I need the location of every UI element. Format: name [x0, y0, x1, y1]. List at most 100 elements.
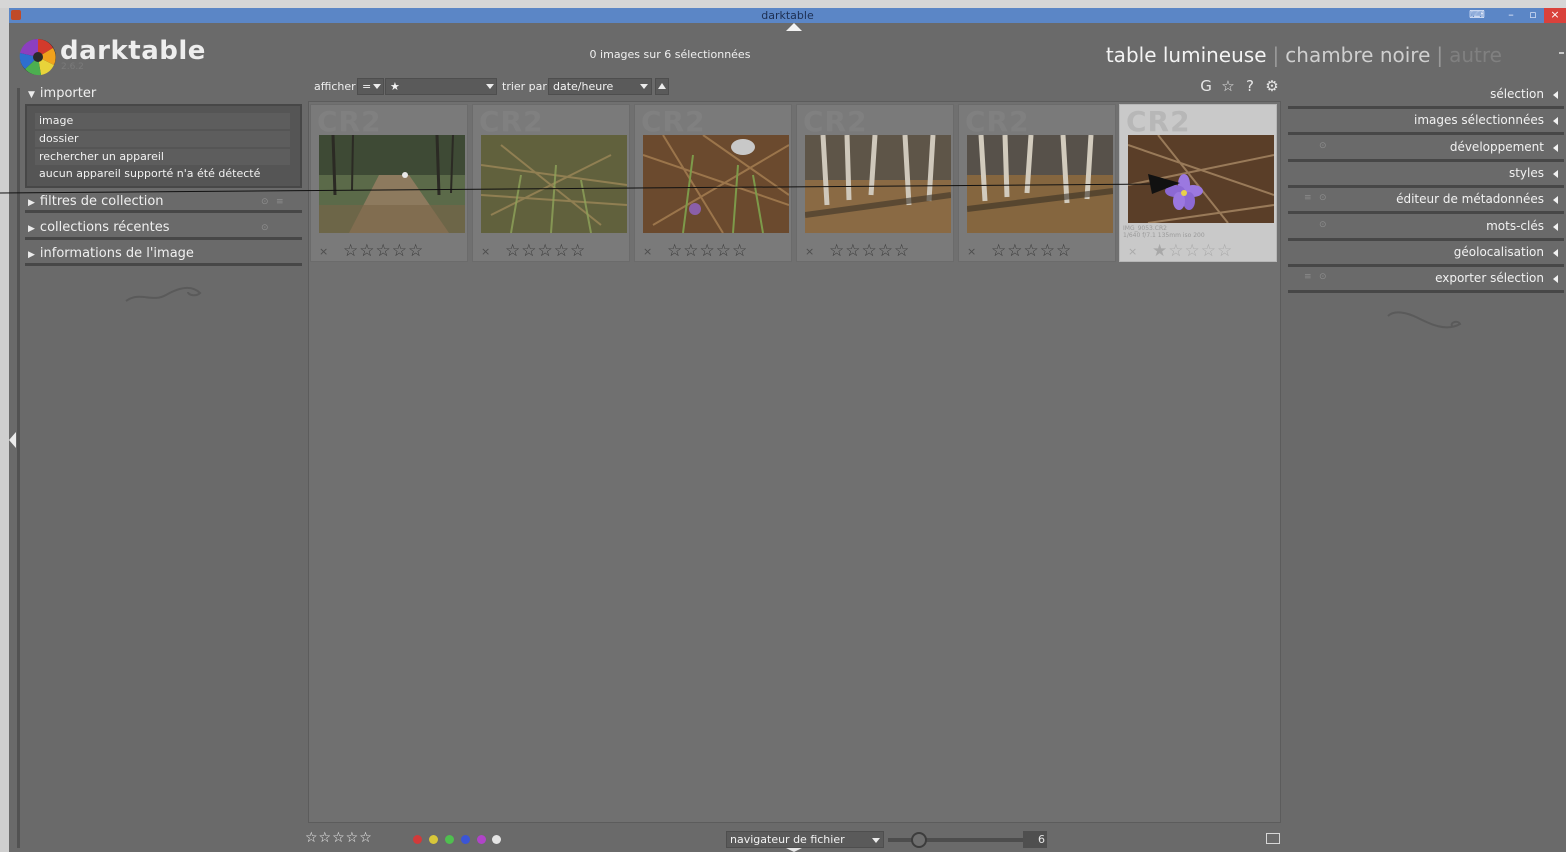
chevron-down-icon	[872, 838, 880, 843]
star-rating[interactable]: ☆☆☆☆☆	[667, 241, 748, 261]
collapse-bottom-panel-icon[interactable]	[786, 848, 802, 852]
collapsed-triangle-icon: ▶	[28, 250, 35, 260]
star-rating[interactable]: ☆☆☆☆☆	[505, 241, 586, 261]
grouping-icon[interactable]: G	[1197, 77, 1215, 95]
minimize-button[interactable]: –	[1502, 8, 1520, 23]
star-rating[interactable]: ☆☆☆☆☆	[343, 241, 424, 261]
thumbnail-image[interactable]	[967, 135, 1113, 233]
star-rating[interactable]: ☆☆☆☆☆	[991, 241, 1072, 261]
import-image-button[interactable]: image	[35, 113, 290, 129]
selection-count: 0 images sur 6 sélectionnées	[589, 48, 751, 61]
sort-order-button[interactable]	[655, 78, 669, 95]
metadata-editor-module[interactable]: ≡ ⊙ éditeur de métadonnées	[1288, 187, 1564, 214]
thumbnail-image[interactable]	[1128, 135, 1274, 223]
gear-icon[interactable]: ⚙	[1263, 77, 1281, 95]
app-version: 2.6.2	[61, 62, 84, 72]
rating-filter-stars[interactable]: ☆☆☆☆☆	[305, 830, 373, 846]
rating-filter-select[interactable]: ★	[385, 78, 497, 95]
thumbnail-image[interactable]	[319, 135, 465, 233]
reject-icon[interactable]: ×	[967, 245, 976, 258]
file-extension: CR2	[965, 105, 1030, 138]
darktable-logo-icon	[19, 38, 56, 76]
color-label-yellow-icon[interactable]	[429, 835, 438, 844]
history-stack-module[interactable]: ⊙ développement	[1288, 135, 1564, 162]
reset-icon[interactable]: ⊙	[1319, 141, 1327, 151]
reject-icon[interactable]: ×	[1128, 245, 1137, 258]
reject-icon[interactable]: ×	[805, 245, 814, 258]
thumbnail[interactable]: CR2 × ☆☆☆☆☆	[958, 104, 1116, 262]
help-icon[interactable]: ?	[1241, 77, 1259, 95]
star-rating[interactable]: ☆☆☆☆☆	[829, 241, 910, 261]
image-exif: 1/640 f/7.1 135mm iso 200	[1123, 232, 1205, 239]
expand-arrow-icon	[1553, 144, 1558, 152]
maximize-button[interactable]: ▫	[1524, 8, 1542, 23]
reject-icon[interactable]: ×	[643, 245, 652, 258]
import-folder-button[interactable]: dossier	[35, 131, 290, 147]
star-overlay-icon[interactable]: ☆	[1219, 77, 1237, 95]
styles-module[interactable]: styles	[1288, 161, 1564, 188]
thumbnail-image[interactable]	[643, 135, 789, 233]
import-module-header[interactable]: ▼ importer	[28, 86, 96, 101]
reset-icon[interactable]: ⊙	[1319, 220, 1327, 230]
reset-icon[interactable]: ⊙	[261, 223, 269, 233]
sort-value: date/heure	[553, 80, 614, 93]
display-profile-icon[interactable]	[1266, 833, 1280, 844]
left-panel-scrollbar[interactable]	[17, 88, 20, 848]
scan-devices-button[interactable]: rechercher un appareil	[35, 149, 290, 165]
zoom-entry[interactable]: 6	[1023, 831, 1047, 848]
export-module[interactable]: ≡ ⊙ exporter sélection	[1288, 266, 1564, 293]
zoom-slider[interactable]	[888, 838, 1023, 842]
view-lighttable[interactable]: table lumineuse	[1106, 43, 1267, 67]
selection-module[interactable]: sélection	[1288, 82, 1564, 109]
thumbnail[interactable]: CR2 × ☆☆☆☆☆	[472, 104, 630, 262]
presets-icon[interactable]: ≡	[276, 197, 284, 207]
color-label-blue-icon[interactable]	[461, 835, 470, 844]
image-information-header[interactable]: ▶ informations de l'image	[28, 246, 194, 261]
keyboard-icon[interactable]: ⌨	[1466, 8, 1488, 23]
collection-filters-header[interactable]: ▶ filtres de collection	[28, 194, 164, 209]
reject-icon[interactable]: ×	[481, 245, 490, 258]
module-title: mots-clés	[1486, 219, 1544, 233]
thumbnail-image[interactable]	[481, 135, 627, 233]
geotagging-module[interactable]: géolocalisation	[1288, 240, 1564, 267]
collapsed-triangle-icon: ▶	[28, 224, 35, 234]
color-label-clear-icon[interactable]	[492, 835, 501, 844]
module-title: développement	[1449, 140, 1544, 154]
module-title: exporter sélection	[1435, 271, 1544, 285]
collapse-left-panel-icon[interactable]	[9, 432, 16, 448]
color-label-purple-icon[interactable]	[477, 835, 486, 844]
module-divider	[25, 263, 302, 266]
color-label-red-icon[interactable]	[413, 835, 422, 844]
thumbnail-image[interactable]	[805, 135, 951, 233]
presets-icon[interactable]: ≡	[1304, 193, 1312, 203]
color-label-green-icon[interactable]	[445, 835, 454, 844]
module-title: géolocalisation	[1453, 245, 1544, 259]
close-button[interactable]: ×	[1544, 8, 1566, 23]
selected-images-module[interactable]: images sélectionnées	[1288, 108, 1564, 135]
tagging-module[interactable]: ⊙ mots-clés	[1288, 214, 1564, 241]
collapse-top-panel-icon[interactable]	[786, 23, 802, 31]
reset-icon[interactable]: ⊙	[1319, 193, 1327, 203]
expand-arrow-icon	[1553, 275, 1558, 283]
reject-icon[interactable]: ×	[319, 245, 328, 258]
thumbnail[interactable]: CR2 × ☆☆☆☆☆	[634, 104, 792, 262]
view-menu-icon[interactable]	[1559, 52, 1564, 54]
thumbnail[interactable]: CR2 × ☆☆☆☆☆	[796, 104, 954, 262]
file-extension: CR2	[1126, 105, 1191, 138]
sort-select[interactable]: date/heure	[548, 78, 652, 95]
reset-icon[interactable]: ⊙	[1319, 272, 1327, 282]
presets-icon[interactable]: ≡	[1304, 272, 1312, 282]
window-titlebar[interactable]: darktable ⌨ – ▫ ×	[9, 8, 1566, 23]
layout-select[interactable]: navigateur de fichier	[726, 831, 884, 848]
star-rating[interactable]: ★☆☆☆☆	[1152, 241, 1233, 261]
view-other[interactable]: autre	[1449, 43, 1502, 67]
left-border	[0, 8, 9, 852]
view-darkroom[interactable]: chambre noire	[1285, 43, 1430, 67]
reset-icon[interactable]: ⊙	[261, 197, 269, 207]
thumbnail[interactable]: CR2 × ☆☆☆☆☆	[310, 104, 468, 262]
expand-arrow-icon	[1553, 91, 1558, 99]
import-module-title: importer	[39, 86, 97, 101]
zoom-slider-handle[interactable]	[911, 832, 927, 848]
thumbnail-selected[interactable]: CR2 IMG_9053.CR2 1/640 f/7.1 135mm iso 2…	[1119, 104, 1277, 262]
recent-collections-header[interactable]: ▶ collections récentes	[28, 220, 170, 235]
